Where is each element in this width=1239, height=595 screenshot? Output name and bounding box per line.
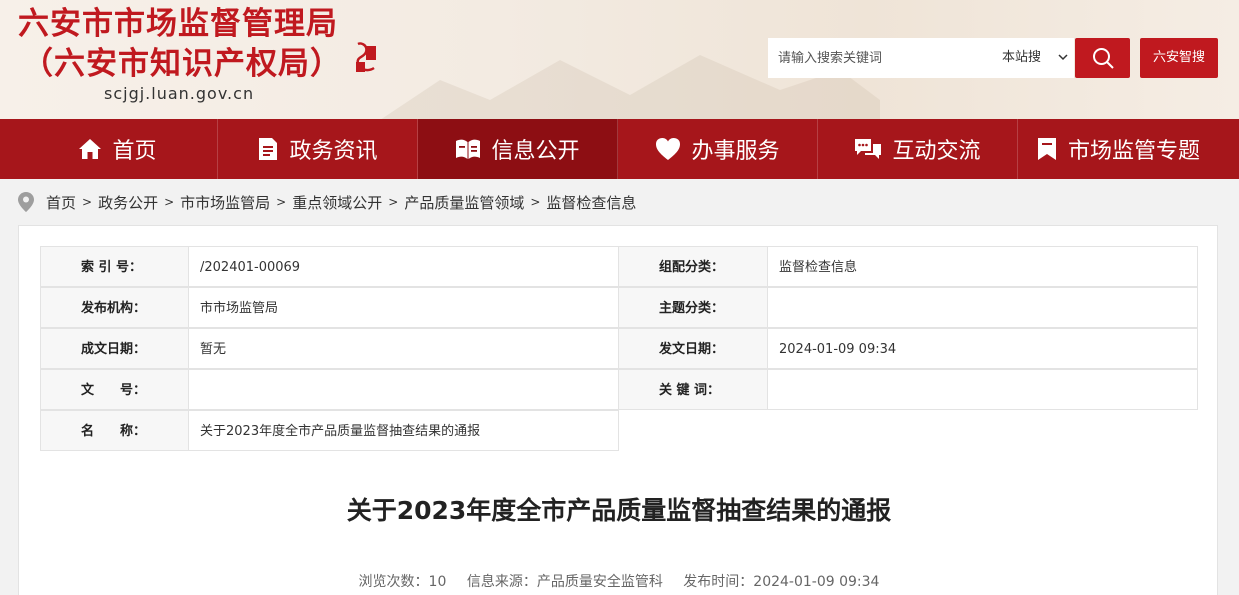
chat-icon	[855, 139, 882, 159]
document-icon	[259, 138, 278, 160]
nav-item-label: 互动交流	[892, 139, 981, 164]
meta-row: 索 引 号： /202401-00069 组配分类： 监督检查信息	[40, 246, 1198, 287]
nav-item-label: 市场监管专题	[1067, 139, 1200, 164]
publisher-label: 发布机构：	[40, 287, 189, 328]
date-written-value: 暂无	[189, 328, 619, 369]
luan-smart-search-button[interactable]: 六安智搜	[1140, 38, 1218, 78]
nav-item-news[interactable]: 政务资讯	[218, 119, 418, 179]
chevron-down-icon[interactable]	[1058, 52, 1068, 62]
breadcrumb-item[interactable]: 市市场监管局	[180, 192, 270, 213]
site-domain: scjgj.luan.gov.cn	[104, 84, 255, 103]
home-icon	[79, 139, 102, 159]
document-number-value	[189, 369, 619, 410]
nav-item-interaction[interactable]: 互动交流	[818, 119, 1018, 179]
article-info-bar: 浏览次数：10 信息来源：产品质量安全监管科 发布时间：2024-01-09 0…	[19, 571, 1219, 591]
breadcrumb-item-home[interactable]: 首页	[46, 192, 76, 213]
meta-row: 发布机构： 市市场监管局 主题分类：	[40, 287, 1198, 328]
heart-icon	[656, 138, 681, 160]
breadcrumb-item[interactable]: 重点领域公开	[292, 192, 382, 213]
meta-row: 成文日期： 暂无 发文日期： 2024-01-09 09:34	[40, 328, 1198, 369]
breadcrumb-item[interactable]: 产品质量监管领域	[404, 192, 524, 213]
keywords-label: 关 键 词：	[619, 369, 768, 410]
keywords-value	[768, 369, 1198, 410]
article-title: 关于2023年度全市产品质量监督抽查结果的通报	[346, 496, 892, 525]
meta-row: 名 称： 关于2023年度全市产品质量监督抽查结果的通报	[40, 410, 619, 451]
site-name-subtitle[interactable]: （六安市知识产权局）	[22, 44, 342, 84]
date-published-label: 发文日期：	[619, 328, 768, 369]
breadcrumb-separator: >	[530, 195, 541, 209]
document-name-value: 关于2023年度全市产品质量监督抽查结果的通报	[189, 410, 619, 451]
breadcrumb: 首页 > 政务公开 > 市市场监管局 > 重点领域公开 > 产品质量监管领域 >…	[18, 190, 636, 214]
seal-logo-icon	[356, 42, 376, 72]
publisher-value: 市市场监管局	[189, 287, 619, 328]
topic-label: 主题分类：	[619, 287, 768, 328]
site-name[interactable]: 六安市市场监督管理局	[18, 4, 338, 44]
breadcrumb-item[interactable]: 政务公开	[98, 192, 158, 213]
breadcrumb-separator: >	[82, 195, 93, 209]
info-source: 信息来源：产品质量安全监管科	[466, 574, 663, 590]
index-number-value: /202401-00069	[189, 246, 619, 287]
search-box: 本站搜	[768, 38, 1074, 78]
nav-item-market-topics[interactable]: 市场监管专题	[1018, 119, 1218, 179]
document-number-label: 文 号：	[40, 369, 189, 410]
topic-value	[768, 287, 1198, 328]
breadcrumb-separator: >	[388, 195, 399, 209]
site-header: 六安市市场监督管理局 （六安市知识产权局） scjgj.luan.gov.cn …	[0, 0, 1239, 119]
search-button[interactable]	[1075, 38, 1130, 78]
nav-item-services[interactable]: 办事服务	[618, 119, 818, 179]
nav-item-info-disclosure[interactable]: 信息公开	[418, 119, 618, 179]
breadcrumb-separator: >	[164, 195, 175, 209]
open-book-icon	[456, 139, 481, 159]
main-nav: 首页 政务资讯 信息公开 办事服务 互动交流 市场监管专题	[0, 119, 1239, 179]
nav-item-home[interactable]: 首页	[18, 119, 218, 179]
category-label: 组配分类：	[619, 246, 768, 287]
nav-item-label: 首页	[112, 139, 157, 164]
nav-item-label: 办事服务	[691, 139, 780, 164]
nav-item-label: 政务资讯	[289, 139, 378, 164]
bookmark-icon	[1037, 138, 1056, 160]
breadcrumb-item-current[interactable]: 监督检查信息	[546, 192, 636, 213]
view-count: 浏览次数：10	[358, 574, 447, 590]
article-container: 索 引 号： /202401-00069 组配分类： 监督检查信息 发布机构： …	[18, 225, 1218, 595]
breadcrumb-separator: >	[276, 195, 287, 209]
index-number-label: 索 引 号：	[40, 246, 189, 287]
nav-item-label: 信息公开	[491, 139, 580, 164]
date-written-label: 成文日期：	[40, 328, 189, 369]
meta-row: 文 号： 关 键 词：	[40, 369, 1198, 410]
publish-time: 发布时间：2024-01-09 09:34	[683, 574, 880, 590]
category-value: 监督检查信息	[768, 246, 1198, 287]
document-name-label: 名 称：	[40, 410, 189, 451]
search-input[interactable]	[768, 38, 988, 78]
date-published-value: 2024-01-09 09:34	[768, 328, 1198, 369]
search-icon	[1092, 48, 1114, 69]
location-pin-icon	[18, 192, 34, 212]
